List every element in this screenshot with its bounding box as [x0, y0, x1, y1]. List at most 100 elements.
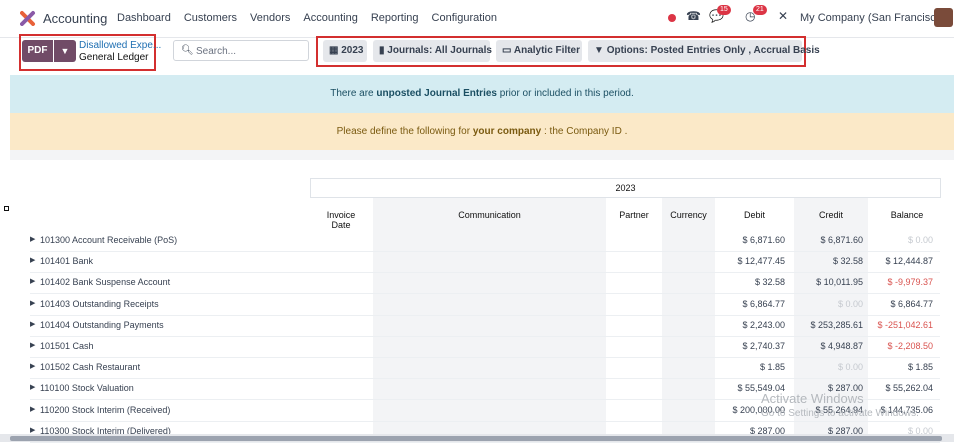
expand-caret-icon[interactable]: ▶	[30, 299, 35, 307]
balance-value: $ -2,208.50	[887, 341, 933, 351]
account-name[interactable]: 110200 Stock Interim (Received)	[40, 405, 170, 415]
accounting-app-icon[interactable]	[20, 10, 36, 26]
activity-badge: 21	[753, 5, 767, 15]
debit-value: $ 12,477.45	[737, 256, 785, 267]
divider	[10, 150, 954, 160]
credit-value: $ 4,948.87	[820, 341, 863, 351]
period-header: 2023	[310, 178, 941, 198]
debit-value: $ 1.85	[759, 362, 785, 373]
pdf-button[interactable]: PDF	[22, 40, 53, 62]
expand-caret-icon[interactable]: ▶	[30, 320, 35, 328]
date-filter-label: 2023	[341, 45, 364, 56]
col-partner: Partner	[619, 210, 649, 220]
options-filter-label: Options: Posted Entries Only , Accrual B…	[606, 45, 820, 56]
credit-value: $ 6,871.60	[820, 235, 863, 245]
table-row[interactable]: ▶ 101300 Account Receivable (PoS) $ 6,871.…	[30, 230, 940, 252]
col-debit: Debit	[743, 210, 765, 220]
activity-clock-icon[interactable]: ◷ 21	[745, 5, 767, 23]
account-name[interactable]: 101501 Cash	[40, 341, 94, 351]
folder-icon: ▭	[502, 45, 512, 56]
menu-customers[interactable]: Customers	[184, 12, 237, 24]
table-row[interactable]: ▶ 101502 Cash Restaurant $ 1.85 $ 0.00 $ 1.8…	[30, 357, 940, 380]
unposted-entries-link[interactable]: unposted Journal Entries	[376, 88, 497, 99]
balance-value: $ -9,979.37	[887, 277, 933, 288]
credit-value: $ 0.00	[837, 298, 863, 309]
balance-value: $ -251,042.61	[877, 319, 933, 330]
balance-value: $ 0.00	[907, 235, 933, 245]
expand-caret-icon[interactable]: ▶	[30, 383, 35, 391]
account-name[interactable]: 101404 Outstanding Payments	[40, 320, 164, 330]
journals-filter-label: Journals: All Journals	[387, 45, 492, 56]
activate-windows-title: Activate Windows	[761, 391, 864, 406]
expand-caret-icon[interactable]: ▶	[30, 426, 35, 434]
expand-caret-icon[interactable]: ▶	[30, 256, 35, 264]
book-icon: ▮	[379, 45, 385, 56]
top-navbar: Accounting Dashboard Customers Vendors A…	[0, 0, 954, 38]
expand-caret-icon[interactable]: ▶	[30, 341, 35, 349]
search-input[interactable]: Search...	[196, 46, 236, 57]
status-dot-icon[interactable]	[668, 11, 676, 25]
warning-text-tail: : the Company ID .	[541, 126, 628, 137]
company-switcher[interactable]: My Company (San Francisco)	[800, 12, 946, 24]
menu-reporting[interactable]: Reporting	[371, 12, 419, 24]
analytic-filter-label: Analytic Filter	[513, 45, 581, 56]
alert-text: There are	[330, 88, 377, 99]
credit-value: $ 253,285.61	[810, 319, 863, 330]
tools-icon[interactable]: ✕	[778, 9, 788, 23]
table-row[interactable]: ▶ 101402 Bank Suspense Account $ 32.58 $ 10…	[30, 272, 940, 295]
account-name[interactable]: 101403 Outstanding Receipts	[40, 299, 159, 309]
search-box[interactable]: 🔍︎ Search...	[173, 40, 309, 61]
your-company-link[interactable]: your company	[473, 126, 541, 137]
table-row[interactable]: ▶ 101404 Outstanding Payments $ 2,243.00 $ …	[30, 315, 940, 337]
account-name[interactable]: 101401 Bank	[40, 256, 93, 266]
menu-configuration[interactable]: Configuration	[432, 12, 497, 24]
col-balance: Balance	[890, 210, 924, 220]
expand-caret-icon[interactable]: ▶	[30, 235, 35, 243]
pdf-dropdown-toggle[interactable]: ▼	[54, 40, 76, 62]
debit-value: $ 6,871.60	[742, 235, 785, 245]
col-communication: Communication	[458, 210, 521, 220]
expand-caret-icon[interactable]: ▶	[30, 405, 35, 413]
balance-value: $ 1.85	[907, 362, 933, 373]
table-row[interactable]: ▶ 101501 Cash $ 2,740.37 $ 4,948.87 $ -2,208…	[30, 336, 940, 358]
scrollbar-thumb[interactable]	[10, 436, 942, 441]
company-id-warning: Please define the following for your com…	[10, 113, 954, 150]
date-filter-button[interactable]: ▦ 2023	[323, 40, 367, 62]
activate-windows-subtitle: Go to Settings to activate Windows.	[761, 408, 919, 419]
debit-value: $ 2,243.00	[742, 319, 785, 330]
expand-caret-icon[interactable]: ▶	[30, 277, 35, 285]
user-avatar[interactable]	[934, 8, 953, 27]
account-name[interactable]: 110100 Stock Valuation	[40, 383, 134, 393]
col-credit: Credit	[818, 210, 843, 220]
options-filter-button[interactable]: ▼ Options: Posted Entries Only , Accrual…	[588, 40, 820, 62]
table-row[interactable]: ▶ 101401 Bank $ 12,477.45 $ 32.58 $ 12,444.8…	[30, 251, 940, 274]
table-row[interactable]: ▶ 101403 Outstanding Receipts $ 6,864.77 $ …	[30, 294, 940, 316]
horizontal-scrollbar[interactable]	[0, 434, 954, 442]
phone-icon[interactable]: ☎	[686, 9, 701, 23]
messages-icon[interactable]: 💬 15	[709, 5, 731, 23]
credit-value: $ 10,011.95	[816, 277, 863, 288]
balance-value: $ 12,444.87	[885, 256, 933, 267]
breadcrumb-parent[interactable]: Disallowed Expe...	[79, 40, 161, 51]
search-icon: 🔍︎	[181, 45, 194, 56]
credit-value: $ 32.58	[832, 256, 863, 267]
calendar-icon: ▦	[329, 45, 339, 56]
menu-dashboard[interactable]: Dashboard	[117, 12, 171, 24]
app-name[interactable]: Accounting	[43, 11, 107, 26]
journals-filter-button[interactable]: ▮ Journals: All Journals	[373, 40, 492, 62]
account-name[interactable]: 101300 Account Receivable (PoS)	[40, 235, 177, 245]
analytic-filter-button[interactable]: ▭ Analytic Filter	[496, 40, 582, 62]
account-name[interactable]: 101502 Cash Restaurant	[40, 362, 140, 372]
warning-text: Please define the following for	[336, 126, 473, 137]
alert-text-tail: prior or included in this period.	[496, 88, 634, 99]
messages-badge: 15	[717, 5, 731, 15]
menu-vendors[interactable]: Vendors	[250, 12, 290, 24]
debit-value: $ 2,740.37	[742, 341, 785, 351]
expand-caret-icon[interactable]: ▶	[30, 362, 35, 370]
unposted-entries-alert: There are unposted Journal Entries prior…	[10, 75, 954, 113]
debit-value: $ 6,864.77	[742, 298, 785, 309]
menu-accounting[interactable]: Accounting	[303, 12, 357, 24]
resize-handle[interactable]	[4, 206, 9, 211]
debit-value: $ 32.58	[754, 277, 785, 288]
account-name[interactable]: 101402 Bank Suspense Account	[40, 277, 170, 287]
